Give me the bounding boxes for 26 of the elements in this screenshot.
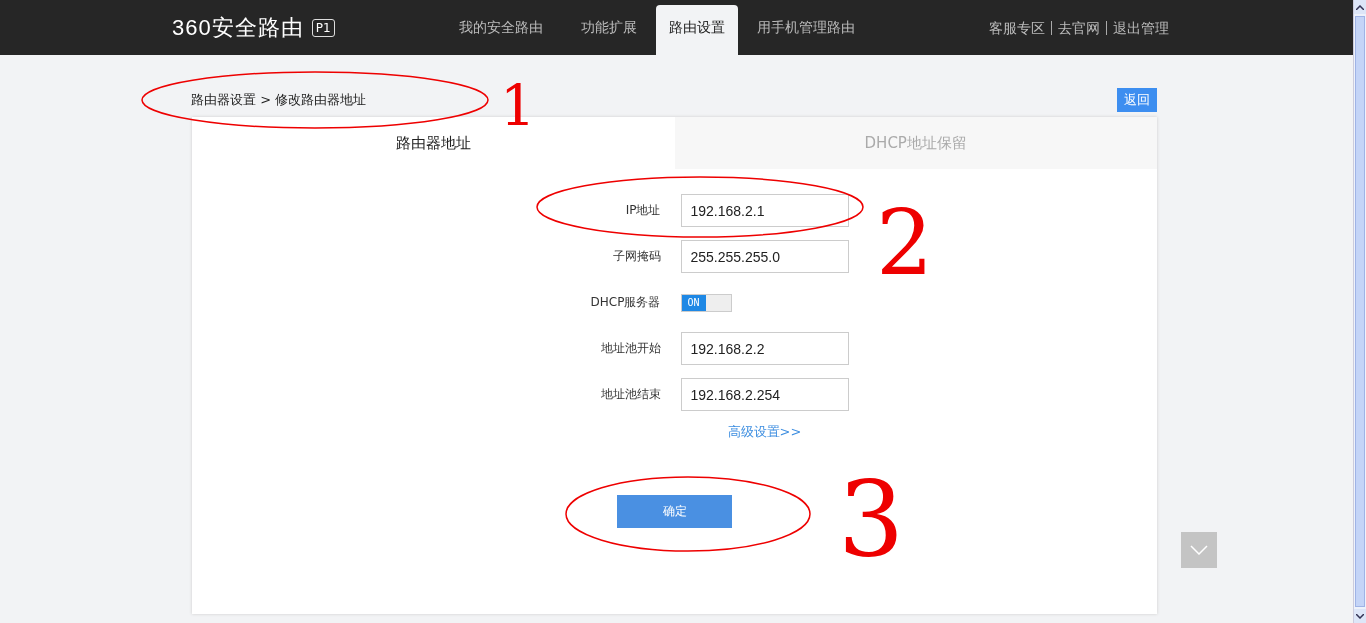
field-label: 子网掩码 <box>611 248 661 265</box>
nav-tab[interactable]: 我的安全路由 <box>446 0 556 55</box>
field-label: IP地址 <box>624 202 661 219</box>
nav-tab[interactable]: 用手机管理路由 <box>744 0 868 55</box>
annotation-number: 2 <box>876 198 934 288</box>
model-badge: P1 <box>311 18 335 37</box>
logo: 360安全路由 <box>172 13 304 42</box>
header-link[interactable]: 退出管理 <box>1106 20 1169 35</box>
breadcrumb: 路由器设置 > 修改路由器地址 <box>191 91 367 109</box>
header-link[interactable]: 客服专区 <box>989 20 1045 35</box>
input-field[interactable]: 255.255.255.0 <box>680 240 849 273</box>
nav-tab[interactable]: 功能扩展 <box>568 0 650 55</box>
field-label: DHCP服务器 <box>589 294 661 311</box>
nav-tab[interactable]: 路由设置 <box>656 5 738 55</box>
header-link[interactable]: 去官网 <box>1051 20 1100 35</box>
toggle-knob: ON <box>681 294 706 311</box>
input-field[interactable]: 192.168.2.2 <box>680 332 849 365</box>
field-label: 地址池结束 <box>599 386 661 403</box>
toggle-switch[interactable]: ON <box>680 293 732 312</box>
advanced-settings-link[interactable]: 高级设置>> <box>727 423 802 441</box>
chevron-down-icon <box>1190 545 1208 555</box>
input-field[interactable]: 192.168.2.254 <box>680 378 849 411</box>
scrollbar[interactable] <box>1353 0 1366 623</box>
input-field[interactable]: 192.168.2.1 <box>680 194 849 227</box>
field-label: 地址池开始 <box>599 340 661 357</box>
annotation-number: 3 <box>838 468 905 572</box>
